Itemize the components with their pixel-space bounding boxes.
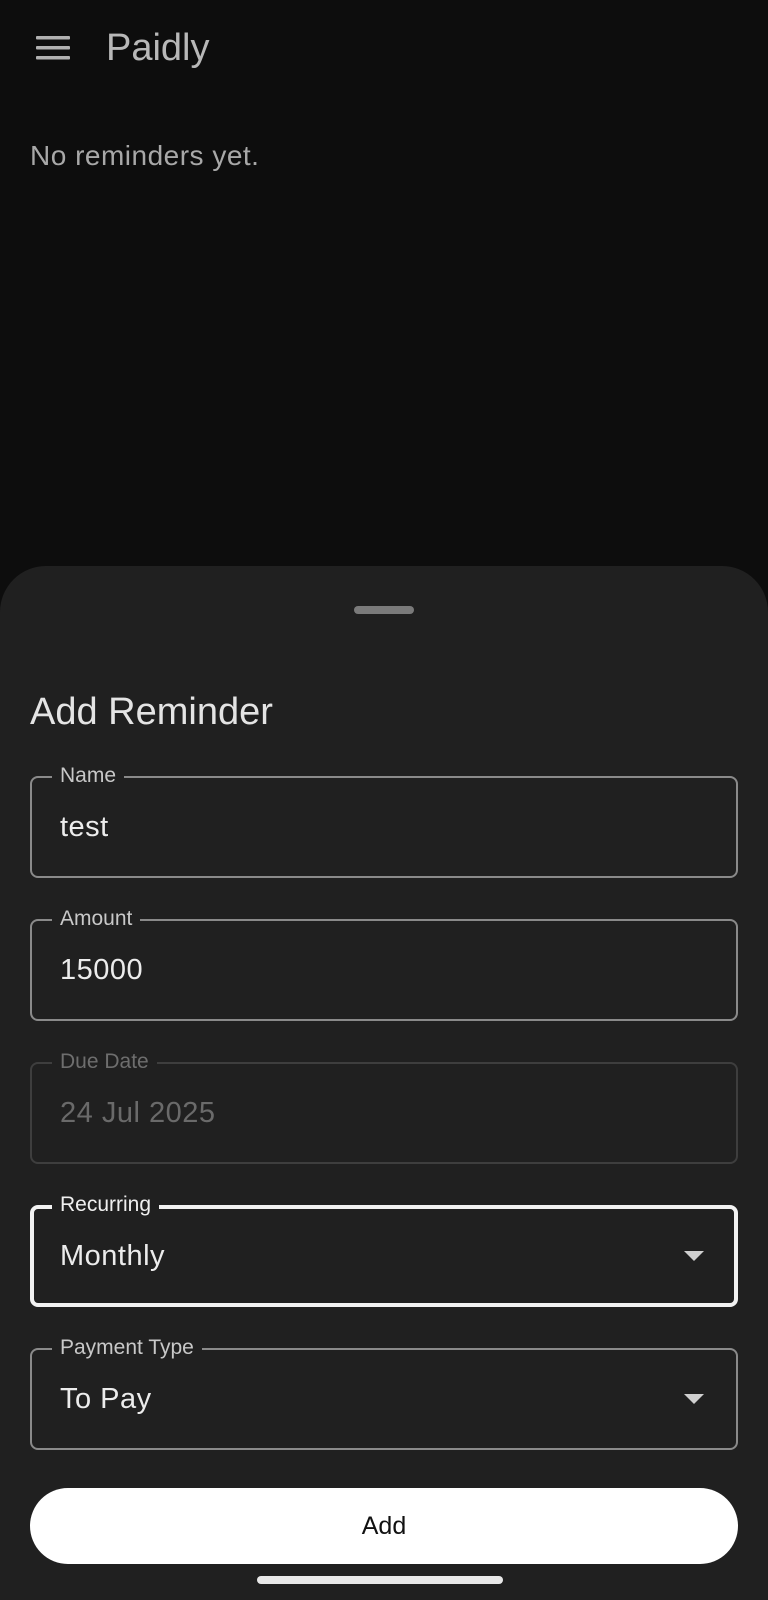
app-screen: Paidly No reminders yet. Add Reminder Na… xyxy=(0,0,768,1600)
dropdown-arrow-icon xyxy=(684,1251,704,1261)
top-app-bar: Paidly xyxy=(0,0,768,96)
dropdown-arrow-icon xyxy=(684,1394,704,1404)
due-date-field[interactable]: Due Date 24 Jul 2025 xyxy=(30,1048,738,1164)
empty-state-message: No reminders yet. xyxy=(30,140,260,171)
due-date-field-value: 24 Jul 2025 xyxy=(60,1097,216,1129)
menu-button[interactable] xyxy=(22,22,84,74)
sheet-title: Add Reminder xyxy=(30,691,273,733)
name-field-label: Name xyxy=(52,762,125,790)
name-field[interactable]: Name test xyxy=(30,762,738,878)
recurring-dropdown-value: Monthly xyxy=(60,1240,166,1272)
sheet-drag-handle[interactable] xyxy=(354,606,414,614)
hamburger-menu-icon xyxy=(36,36,70,60)
recurring-dropdown-label: Recurring xyxy=(52,1191,160,1219)
payment-type-dropdown-label: Payment Type xyxy=(52,1334,202,1362)
payment-type-dropdown[interactable]: Payment Type To Pay xyxy=(30,1334,738,1450)
payment-type-dropdown-value: To Pay xyxy=(60,1383,152,1415)
app-title: Paidly xyxy=(106,27,210,69)
amount-field[interactable]: Amount 15000 xyxy=(30,905,738,1021)
gesture-navigation-bar[interactable] xyxy=(257,1576,503,1584)
amount-field-value: 15000 xyxy=(60,954,144,986)
amount-field-label: Amount xyxy=(52,905,141,933)
due-date-field-label: Due Date xyxy=(52,1048,157,1076)
add-button[interactable]: Add xyxy=(30,1488,738,1564)
recurring-dropdown[interactable]: Recurring Monthly xyxy=(30,1191,738,1307)
add-reminder-bottom-sheet: Add Reminder Name test Amount 15000 Due … xyxy=(0,566,768,1600)
name-field-value: test xyxy=(60,811,109,843)
